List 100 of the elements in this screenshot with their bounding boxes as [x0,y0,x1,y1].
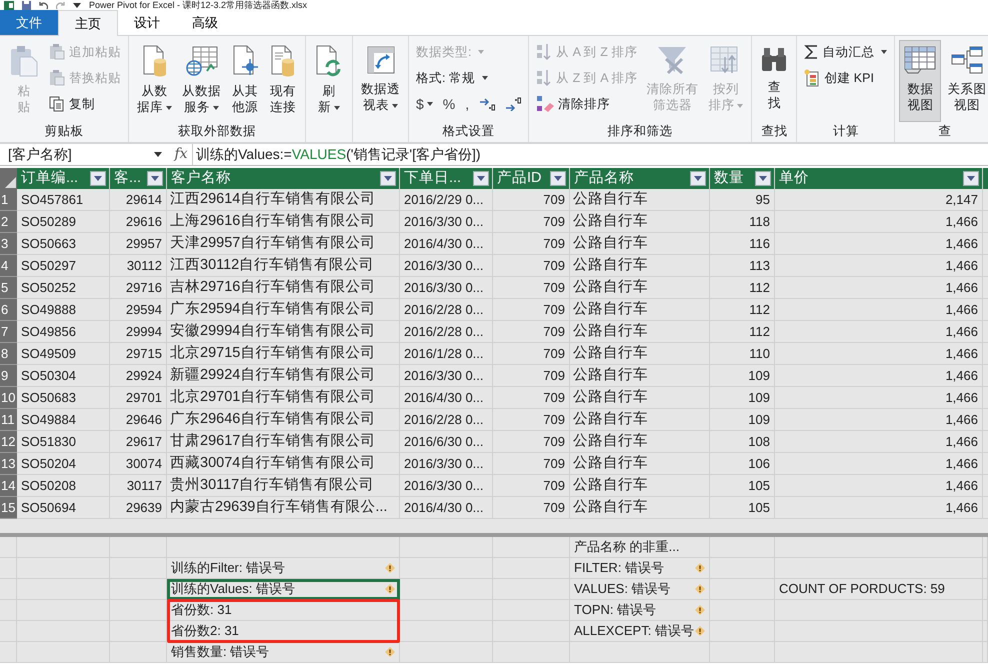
table-cell: 公路自行车 [570,321,710,343]
select-all-button[interactable] [0,168,17,189]
column-title: 订单编... [21,168,78,188]
measure-cell[interactable]: 省份数2: 31 [167,621,400,642]
row-number[interactable]: 5 [0,277,17,299]
table-cell: 709 [493,453,570,475]
caret-icon [166,106,172,110]
filter-button[interactable] [473,171,489,186]
measure-cell[interactable]: 产品名称 的非重... [570,537,710,558]
grid-cell [110,642,167,663]
row-number[interactable]: 3 [0,233,17,255]
row-number[interactable]: 4 [0,255,17,277]
ribbon-button[interactable]: 刷 新 [310,40,348,122]
measure-cell[interactable]: VALUES: 错误号 [570,579,710,600]
measure-cell[interactable]: 训练的Filter: 错误号 [167,558,400,579]
name-box[interactable]: [客户名称] [0,144,170,165]
table-cell: 29715 [110,343,167,365]
row-number[interactable]: 1 [0,189,17,211]
table-cell: 公路自行车 [570,299,710,321]
ribbon-tab[interactable]: 设计 [118,10,176,35]
table-cell: 709 [493,475,570,497]
table-cell: 29646 [110,409,167,431]
row-number[interactable]: 13 [0,453,17,475]
table-cell: SO49856 [17,321,110,343]
increase-decimal-icon [479,97,496,111]
measure-cell[interactable]: ALLEXCEPT: 错误号 [570,621,710,642]
kpi-icon [804,69,820,87]
row-number[interactable]: 7 [0,321,17,343]
customize-caret-icon [73,2,81,8]
ribbon-button[interactable]: 数据 视图 [899,40,942,122]
ribbon-button[interactable]: 从其 他源 [227,40,263,122]
row-number[interactable]: 11 [0,409,17,431]
ribbon-tab[interactable]: 主页 [58,10,118,36]
table-cell: 2016/4/30 0... [400,233,493,255]
table-cell: 2016/3/30 0... [400,211,493,233]
format-button[interactable]: $ [413,94,436,114]
table-cell: 29639 [110,497,167,519]
ribbon-button[interactable]: 查 找 [756,40,792,122]
table-cell: 29701 [110,387,167,409]
measure-cell[interactable]: FILTER: 错误号 [570,558,710,579]
measure-cell[interactable]: COUNT OF PORDUCTS: 59 [775,579,983,600]
filter-button[interactable] [90,171,106,186]
group-label: 排序和筛选 [608,124,673,138]
table-cell: 29594 [110,299,167,321]
row-number[interactable]: 15 [0,497,17,519]
ribbon-button[interactable]: 现有 连接 [265,40,301,122]
row-number[interactable]: 6 [0,299,17,321]
measure-text: 省份数2: 31 [171,622,239,640]
table-cell: 105 [710,497,775,519]
format-button[interactable]: , [462,94,472,114]
table-cell: 1,466 [775,431,983,453]
globe-table-icon [184,45,218,77]
row-number[interactable]: 12 [0,431,17,453]
table-cell: 吉林29716自行车销售有限公司 [167,277,400,299]
format-button[interactable]: % [440,94,458,114]
clipboard-icon [49,70,65,86]
ribbon-button[interactable]: 从数据 服务 [178,40,225,122]
ribbon-button[interactable]: 关系图 视图 [943,40,988,122]
row-header [0,537,17,558]
caret-icon [426,102,433,106]
table-cell: 2016/2/28 0... [400,409,493,431]
measure-cell[interactable]: 训练的Values: 错误号 [167,579,400,600]
window-title: Power Pivot for Excel - 课时12-3.2常用筛选器函数.xlsx [89,0,308,10]
caret-icon [967,176,975,181]
ribbon-button[interactable]: 自动汇总 [801,40,890,64]
ribbon-button[interactable]: 创建 KPI [801,66,890,90]
decrease-decimal-icon [505,97,522,111]
ribbon-button[interactable]: 清除排序 [533,92,640,116]
ribbon-button[interactable]: 数据透 视表 [357,40,404,122]
caret-icon [482,76,488,80]
ribbon-tab[interactable]: 高级 [176,10,234,35]
row-number[interactable]: 8 [0,343,17,365]
ribbon-button[interactable]: 复制 [46,92,124,116]
filter-button[interactable] [550,171,566,186]
table-cell: 29957 [110,233,167,255]
row-number[interactable]: 9 [0,365,17,387]
table-cell: 29924 [110,365,167,387]
filter-button[interactable] [690,171,706,186]
measure-cell[interactable]: 销售数量: 错误号 [167,642,400,663]
row-number[interactable]: 10 [0,387,17,409]
row-number[interactable]: 14 [0,475,17,497]
formula-field[interactable]: 训练的Values:=VALUES('销售记录'[客户省份]) [192,144,988,165]
ribbon-tab[interactable]: 文件 [0,10,58,35]
measure-cell[interactable]: 省份数: 31 [167,600,400,621]
filter-button[interactable] [380,171,396,186]
dropdown-button[interactable]: 格式: 常规 [413,66,524,90]
ribbon-button[interactable]: 从数 据库 [133,40,176,122]
table-cell: 北京29715自行车销售有限公司 [167,343,400,365]
sum-icon [804,44,818,60]
row-number[interactable]: 2 [0,211,17,233]
table-cell: 112 [710,321,775,343]
document-node-icon [231,45,259,77]
caret-icon [759,176,767,181]
table-cell: 公路自行车 [570,277,710,299]
table-cell: SO50289 [17,211,110,233]
filter-button[interactable] [963,171,979,186]
measure-cell[interactable]: TOPN: 错误号 [570,600,710,621]
filter-button[interactable] [147,171,163,186]
table-cell: 1,466 [775,387,983,409]
filter-button[interactable] [755,171,771,186]
